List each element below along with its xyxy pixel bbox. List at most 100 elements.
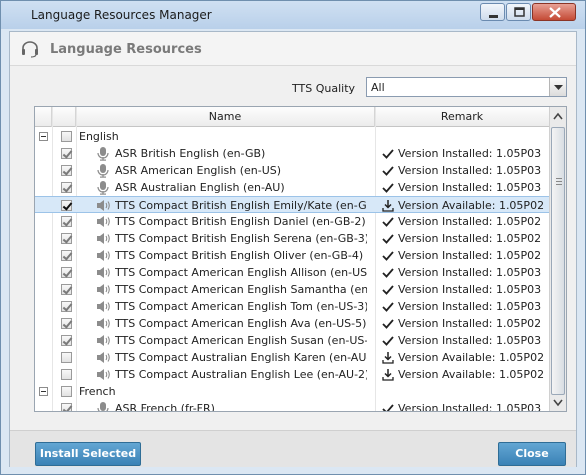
row-checkbox[interactable] (61, 301, 72, 312)
remark-cell: Version Available: 1.05P02 (375, 349, 549, 366)
minimize-button[interactable] (480, 3, 505, 21)
table-row[interactable]: ASR Australian English (en-AU) Version In… (35, 179, 549, 196)
download-icon (381, 351, 395, 367)
tts-quality-label: TTS Quality (292, 82, 356, 95)
remark-cell: Version Available: 1.05P02 (375, 197, 549, 214)
row-checkbox[interactable] (61, 267, 72, 278)
table-row[interactable]: ASR British English (en-GB) Version Insta… (35, 145, 549, 162)
maximize-button[interactable] (506, 3, 531, 21)
table-row[interactable]: TTS Compact British English Serena (en-G… (35, 230, 549, 247)
name-column-header[interactable]: Name (76, 107, 375, 127)
panel-header: Language Resources (10, 32, 576, 66)
speaker-icon (95, 248, 111, 263)
checkmark-icon (381, 283, 395, 299)
resource-name: ASR French (fr-FR) (115, 402, 215, 412)
group-label: English (79, 130, 119, 143)
resource-name: ASR British English (en-GB) (115, 147, 266, 160)
group-row[interactable]: French (35, 383, 549, 400)
speaker-icon (95, 367, 111, 382)
remark-text: Version Installed: 1.05P02 (398, 215, 542, 228)
resource-name: TTS Compact British English Oliver (en-G… (115, 249, 364, 262)
remark-column-header[interactable]: Remark (375, 107, 549, 127)
chevron-down-icon (553, 399, 563, 407)
client-area: Language Resources TTS Quality All Name … (9, 31, 577, 467)
resource-name: TTS Compact Australian English Lee (en-A… (115, 368, 367, 381)
row-checkbox[interactable] (61, 216, 72, 227)
remark-cell: Version Installed: 1.05P03 (375, 145, 549, 162)
table-row[interactable]: TTS Compact American English Samantha (e… (35, 281, 549, 298)
group-checkbox[interactable] (61, 131, 72, 142)
speaker-icon (95, 333, 111, 348)
speaker-icon (95, 316, 111, 331)
remark-text: Version Available: 1.05P02 (398, 368, 545, 381)
scroll-up-button[interactable] (550, 109, 566, 125)
tts-quality-select[interactable]: All (366, 77, 567, 97)
scrollbar-thumb[interactable] (551, 127, 565, 395)
checkmark-icon (381, 300, 395, 316)
vertical-scrollbar[interactable] (549, 107, 566, 411)
title-bar[interactable]: Language Resources Manager (1, 1, 585, 29)
resource-name: TTS Compact American English Allison (en… (115, 266, 367, 279)
table-row[interactable]: TTS Compact Australian English Karen (en… (35, 349, 549, 366)
speaker-icon (95, 350, 111, 365)
expander-column-header (35, 107, 52, 127)
download-icon (381, 368, 395, 384)
scroll-down-button[interactable] (550, 394, 566, 410)
table-row[interactable]: TTS Compact British English Daniel (en-G… (35, 213, 549, 230)
dropdown-arrow[interactable] (549, 78, 566, 96)
resource-name: TTS Compact British English Serena (en-G… (115, 232, 367, 245)
table-row[interactable]: ASR French (fr-FR) Version Installed: 1.0… (35, 400, 549, 412)
resource-name: TTS Compact American English Susan (en-U… (115, 334, 367, 347)
microphone-icon (95, 146, 111, 161)
row-checkbox[interactable] (61, 318, 72, 329)
group-label: French (79, 385, 116, 398)
resource-name: TTS Compact American English Samantha (e… (115, 283, 367, 296)
window-title: Language Resources Manager (31, 8, 212, 22)
resource-name: TTS Compact British English Daniel (en-G… (115, 215, 366, 228)
table-row[interactable]: TTS Compact British English Oliver (en-G… (35, 247, 549, 264)
minimize-icon (489, 15, 498, 18)
chevron-down-icon (554, 85, 563, 90)
chevron-up-icon (553, 112, 563, 120)
resource-name: TTS Compact Australian English Karen (en… (115, 351, 367, 364)
row-checkbox[interactable] (61, 250, 72, 261)
remark-text: Version Installed: 1.05P03 (398, 181, 542, 194)
window-close-button[interactable] (532, 3, 576, 21)
table-row[interactable]: ASR American English (en-US) Version Inst… (35, 162, 549, 179)
remark-cell: Version Installed: 1.05P03 (375, 298, 549, 315)
checkmark-icon (381, 181, 395, 197)
install-selected-button[interactable]: Install Selected (35, 442, 141, 466)
table-row[interactable]: TTS Compact American English Tom (en-US-… (35, 298, 549, 315)
checkmark-icon (381, 147, 395, 163)
collapse-toggle-icon[interactable] (39, 132, 48, 141)
row-checkbox[interactable] (61, 148, 72, 159)
resource-name: TTS Compact American English Tom (en-US-… (115, 300, 367, 313)
resources-table: Name Remark English ASR British English (… (34, 106, 567, 412)
row-checkbox[interactable] (61, 165, 72, 176)
remark-cell: Version Installed: 1.05P02 (375, 247, 549, 264)
checkmark-icon (381, 164, 395, 180)
speaker-icon (95, 282, 111, 297)
remark-cell: Version Installed: 1.05P02 (375, 230, 549, 247)
row-checkbox[interactable] (61, 182, 72, 193)
row-checkbox[interactable] (61, 233, 72, 244)
remark-text: Version Installed: 1.05P03 (398, 266, 542, 279)
table-row[interactable]: TTS Compact American English Susan (en-U… (35, 332, 549, 349)
collapse-toggle-icon[interactable] (39, 387, 48, 396)
microphone-icon (95, 401, 111, 411)
tts-quality-value: All (371, 81, 385, 94)
row-checkbox[interactable] (61, 335, 72, 346)
table-row[interactable]: TTS Compact British English Emily/Kate (… (35, 196, 549, 213)
close-button[interactable]: Close (498, 442, 566, 466)
row-checkbox[interactable] (61, 200, 72, 211)
table-row[interactable]: TTS Compact Australian English Lee (en-A… (35, 366, 549, 383)
row-checkbox[interactable] (61, 369, 72, 380)
table-row[interactable]: TTS Compact American English Ava (en-US-… (35, 315, 549, 332)
remark-text: Version Installed: 1.05P03 (398, 283, 542, 296)
row-checkbox[interactable] (61, 284, 72, 295)
row-checkbox[interactable] (61, 352, 72, 363)
group-row[interactable]: English (35, 128, 549, 145)
row-checkbox[interactable] (61, 403, 72, 411)
table-row[interactable]: TTS Compact American English Allison (en… (35, 264, 549, 281)
group-checkbox[interactable] (61, 386, 72, 397)
